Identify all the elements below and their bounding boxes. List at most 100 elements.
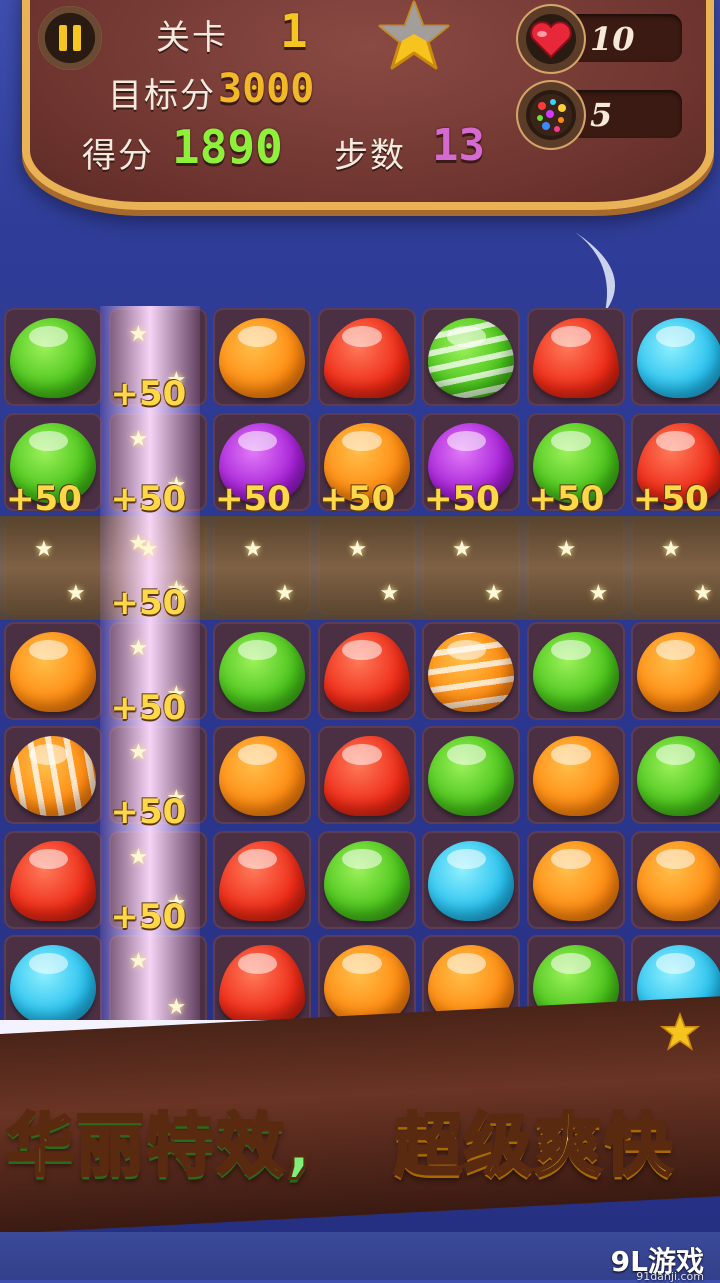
candy-bomb-badge[interactable]	[516, 80, 586, 150]
sparkle-icon: ★	[275, 581, 295, 606]
board-cell[interactable]	[526, 830, 625, 929]
watermark: 9L游戏 91danji.com	[611, 1240, 704, 1283]
board-cell[interactable]	[526, 726, 625, 824]
red-candy[interactable]	[323, 736, 410, 816]
board-cell[interactable]	[4, 726, 102, 824]
green-candy[interactable]	[532, 631, 619, 712]
bombs-value: 5	[590, 96, 613, 134]
board-cell[interactable]	[317, 726, 416, 824]
orange-candy[interactable]	[219, 318, 305, 398]
orange-candy[interactable]	[532, 840, 619, 921]
sparkle-icon: ★	[661, 537, 681, 562]
sparkle-icon: ★	[243, 537, 263, 562]
board-cell[interactable]	[422, 308, 520, 406]
sparkle-icon: ★	[379, 581, 400, 606]
moves-label: 步数	[334, 136, 406, 176]
striped-h-orange-candy[interactable]	[428, 631, 514, 712]
sparkle-icon: ★	[166, 995, 187, 1020]
board-cell[interactable]	[422, 621, 520, 720]
board-cell[interactable]	[526, 621, 625, 720]
score-popup: +50	[528, 478, 605, 519]
game-board: ★ ★ ★ ★ ★ ★ ★ ★ ★ ★ ★ ★ ★ ★ ★ ★ ★ ★ ★ ★ ★ ★ ★ ★ ★ ★ ★ ★ +50 +50 +50 +50…	[0, 306, 720, 1036]
target-label: 目标分	[108, 76, 216, 116]
board-cell[interactable]	[422, 830, 520, 929]
sparkle-icon: ★	[484, 581, 504, 606]
orange-candy[interactable]	[219, 736, 305, 816]
green-candy[interactable]	[323, 840, 410, 921]
board-cell[interactable]	[631, 308, 720, 406]
score-popup: +50	[110, 792, 187, 832]
red-candy[interactable]	[323, 631, 410, 712]
board-cell[interactable]	[422, 726, 520, 824]
board-cell[interactable]	[317, 830, 416, 929]
board-cell[interactable]	[631, 621, 720, 720]
green-candy[interactable]	[10, 318, 96, 398]
heart-icon	[530, 21, 572, 59]
level-value: 1	[280, 4, 308, 58]
moon-icon	[575, 232, 615, 312]
board-cell[interactable]	[213, 621, 311, 720]
striped-h-green-candy[interactable]	[428, 318, 514, 398]
score-popup: +50	[110, 374, 187, 414]
board-cell[interactable]	[213, 830, 311, 929]
sparkle-icon: ★	[128, 740, 149, 765]
lives-badge	[516, 4, 586, 74]
sparkle-icon: ★	[128, 635, 149, 661]
score-popup: +50	[424, 478, 500, 519]
sparkle-icon: ★	[128, 844, 149, 870]
green-candy[interactable]	[428, 736, 514, 816]
sparkle-icon: ★	[452, 537, 472, 562]
sparkle-icon: ★	[588, 581, 609, 606]
sparkle-icon: ★	[138, 537, 159, 562]
board-cell[interactable]	[4, 308, 102, 406]
red-candy[interactable]	[323, 318, 410, 398]
sparkle-icon: ★	[693, 581, 713, 606]
board-cell[interactable]	[631, 830, 720, 929]
red-candy[interactable]	[219, 840, 305, 921]
score-popup: +50	[319, 478, 396, 519]
orange-candy[interactable]	[637, 631, 720, 712]
pause-button[interactable]	[38, 6, 102, 70]
sparkle-icon: ★	[128, 949, 149, 974]
score-popup: +50	[633, 478, 709, 519]
moves-value: 13	[432, 120, 485, 171]
pause-icon-bar	[73, 25, 81, 51]
star-icon	[378, 0, 450, 70]
green-candy[interactable]	[637, 736, 720, 816]
sparkle-icon: ★	[347, 537, 368, 562]
score-popup: +50	[110, 687, 187, 728]
green-candy[interactable]	[219, 631, 305, 712]
blue-candy[interactable]	[428, 840, 514, 921]
board-cell[interactable]	[317, 308, 416, 406]
board-cell[interactable]	[631, 726, 720, 824]
red-candy[interactable]	[219, 945, 305, 1025]
target-value: 3000	[218, 66, 315, 112]
board-cell[interactable]	[526, 308, 625, 406]
sparkle-icon: ★	[556, 537, 577, 562]
orange-candy[interactable]	[532, 736, 619, 816]
sparkle-icon: ★	[128, 426, 149, 452]
slogan-right: 超级爽快	[392, 1106, 675, 1188]
slogan-left: 华丽特效,	[5, 1106, 314, 1188]
red-candy[interactable]	[532, 318, 619, 398]
orange-candy[interactable]	[637, 840, 720, 921]
level-label: 关卡	[156, 18, 228, 58]
sparkle-icon: ★	[34, 537, 54, 562]
blue-candy[interactable]	[637, 318, 720, 398]
red-candy[interactable]	[10, 840, 96, 921]
score-popup: +50	[110, 478, 187, 519]
board-cell[interactable]	[4, 621, 102, 720]
board-cell[interactable]	[4, 935, 102, 1033]
board-cell[interactable]	[213, 726, 311, 824]
orange-candy[interactable]	[10, 631, 96, 712]
board-cell[interactable]	[4, 830, 102, 929]
blue-candy[interactable]	[10, 945, 96, 1025]
board-cell[interactable]	[317, 621, 416, 720]
banner-star-icon	[660, 1012, 700, 1051]
striped-v-orange-candy[interactable]	[10, 736, 96, 816]
board-cell[interactable]	[213, 308, 311, 406]
score-popup: +50	[6, 478, 82, 519]
score-popup: +50	[110, 583, 187, 623]
score-label: 得分	[82, 136, 154, 176]
score-popup: +50	[215, 478, 291, 519]
